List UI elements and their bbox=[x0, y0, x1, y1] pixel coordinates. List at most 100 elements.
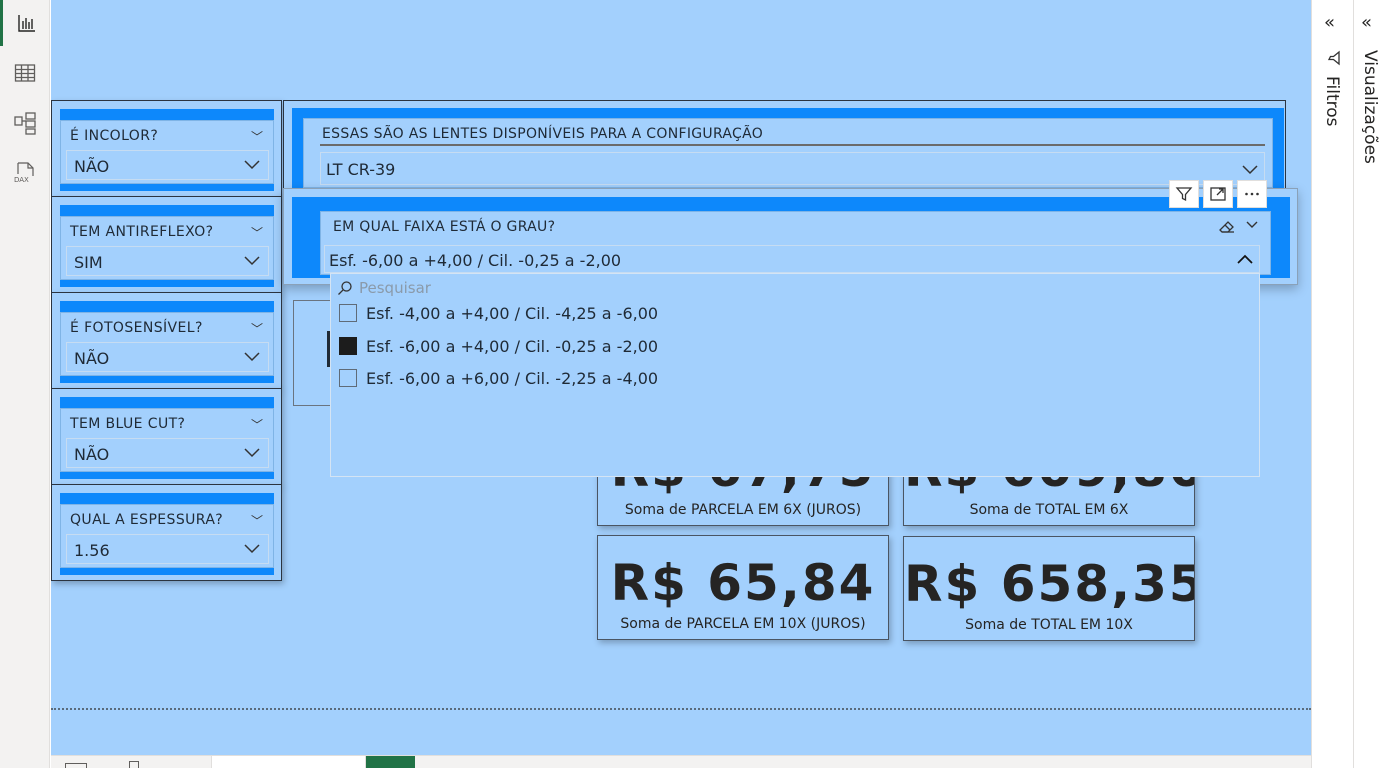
model-view-icon bbox=[14, 112, 36, 135]
chevron-down-icon bbox=[244, 544, 260, 554]
clear-selections-eraser-icon[interactable] bbox=[1218, 218, 1236, 234]
slicer-header-bar: TEM ANTIREFLEXO? ﹀ SIM bbox=[60, 205, 274, 287]
card-value: R$ 658,35 bbox=[904, 555, 1195, 613]
svg-text:DAX: DAX bbox=[14, 176, 29, 184]
collapse-chevron-icon[interactable]: ﹀ bbox=[251, 224, 263, 241]
page-tabs-bar bbox=[51, 755, 1311, 768]
collapse-chevron-icon[interactable]: ﹀ bbox=[251, 512, 263, 529]
filters-pane-collapsed[interactable]: « Filtros bbox=[1311, 0, 1353, 768]
option-label: Esf. -6,00 a +6,00 / Cil. -2,25 a -4,00 bbox=[366, 368, 659, 388]
dax-query-button[interactable]: DAX bbox=[0, 150, 50, 196]
visualizations-pane-collapsed[interactable]: « Visualizações bbox=[1353, 0, 1386, 768]
visual-header-toolbar bbox=[1169, 180, 1267, 208]
dropdown-option[interactable]: Esf. -6,00 a +6,00 / Cil. -2,25 a -4,00 bbox=[339, 366, 658, 390]
slicer-selected-value: Esf. -6,00 a +4,00 / Cil. -0,25 a -2,00 bbox=[329, 251, 622, 270]
collapse-chevron-icon[interactable]: ﹀ bbox=[251, 320, 263, 337]
chevron-down-icon bbox=[244, 160, 260, 170]
option-checkbox-checked[interactable] bbox=[339, 337, 357, 355]
report-canvas: É INCOLOR? ﹀ NÃO TEM ANTIREFLEXO? ﹀ SIM … bbox=[51, 0, 1311, 755]
option-checkbox[interactable] bbox=[339, 304, 357, 322]
slicer-body: TEM BLUE CUT? ﹀ NÃO bbox=[60, 408, 274, 472]
slicer-header-bar: TEM BLUE CUT? ﹀ NÃO bbox=[60, 397, 274, 479]
slicer-title: EM QUAL FAIXA ESTÁ O GRAU? bbox=[333, 219, 556, 235]
slicer-dropdown[interactable]: NÃO bbox=[66, 150, 269, 180]
chevron-up-icon bbox=[1237, 254, 1253, 264]
chevron-down-icon bbox=[244, 448, 260, 458]
visualizations-pane-label: Visualizações bbox=[1360, 50, 1380, 164]
card-parcela-10x: R$ 65,84 Soma de PARCELA EM 10X (JUROS) bbox=[597, 535, 889, 640]
chevron-down-icon bbox=[244, 256, 260, 266]
title-divider bbox=[320, 144, 1265, 146]
dropdown-option[interactable]: Esf. -6,00 a +4,00 / Cil. -0,25 a -2,00 bbox=[339, 334, 658, 358]
slicer-incolor: É INCOLOR? ﹀ NÃO bbox=[51, 100, 282, 197]
slicer-body: EM QUAL FAIXA ESTÁ O GRAU? Esf. -6,00 a … bbox=[320, 211, 1271, 275]
expand-filters-chevron-icon[interactable]: « bbox=[1324, 12, 1335, 33]
grade-slicer[interactable]: EM QUAL FAIXA ESTÁ O GRAU? Esf. -6,00 a … bbox=[283, 188, 1298, 285]
slicer-header-bar: QUAL A ESPESSURA? ﹀ 1.56 bbox=[60, 493, 274, 575]
grade-dropdown-list: Pesquisar Esf. -4,00 a +4,00 / Cil. -4,2… bbox=[330, 273, 1260, 477]
focus-mode-icon bbox=[1210, 187, 1226, 201]
slicer-dropdown[interactable]: LT CR-39 bbox=[320, 152, 1265, 185]
slicer-title: QUAL A ESPESSURA? bbox=[70, 512, 224, 528]
page-tab[interactable] bbox=[211, 756, 366, 768]
card-value: R$ 65,84 bbox=[610, 554, 876, 612]
page-tab-active[interactable] bbox=[366, 756, 415, 768]
slicer-selected-value: 1.56 bbox=[74, 541, 110, 560]
expand-visualizations-chevron-icon[interactable]: « bbox=[1361, 12, 1372, 33]
collapse-chevron-icon[interactable] bbox=[1244, 217, 1260, 233]
slicer-espessura: QUAL A ESPESSURA? ﹀ 1.56 bbox=[51, 484, 282, 581]
slicer-body: ESSAS SÃO AS LENTES DISPONÍVEIS PARA A C… bbox=[303, 118, 1273, 188]
slicer-header-bar: É INCOLOR? ﹀ NÃO bbox=[60, 109, 274, 191]
filter-icon bbox=[1327, 50, 1340, 66]
card-label: Soma de TOTAL EM 6X bbox=[969, 502, 1129, 518]
slicer-dropdown[interactable]: 1.56 bbox=[66, 534, 269, 564]
slicer-fotosensivel: É FOTOSENSÍVEL? ﹀ NÃO bbox=[51, 292, 282, 389]
option-checkbox[interactable] bbox=[339, 369, 357, 387]
table-view-button[interactable] bbox=[0, 50, 50, 96]
card-total-10x: R$ 658,35 Soma de TOTAL EM 10X bbox=[903, 536, 1195, 641]
report-view-button[interactable] bbox=[0, 0, 50, 46]
card-label: Soma de TOTAL EM 10X bbox=[965, 617, 1133, 633]
focus-mode-button[interactable] bbox=[1203, 180, 1233, 208]
card-label: Soma de PARCELA EM 10X (JUROS) bbox=[620, 616, 866, 632]
filters-pane-label: Filtros bbox=[1322, 76, 1342, 127]
slicer-selected-value: LT CR-39 bbox=[326, 160, 396, 179]
slicer-title: ESSAS SÃO AS LENTES DISPONÍVEIS PARA A C… bbox=[322, 126, 764, 142]
slicer-dropdown[interactable]: Esf. -6,00 a +4,00 / Cil. -0,25 a -2,00 bbox=[324, 245, 1260, 273]
slicer-dropdown[interactable]: NÃO bbox=[66, 438, 269, 468]
slicer-dropdown[interactable]: NÃO bbox=[66, 342, 269, 372]
page-view-icon[interactable] bbox=[65, 763, 87, 768]
dropdown-search[interactable]: Pesquisar bbox=[337, 278, 431, 298]
report-view-icon bbox=[17, 15, 35, 32]
more-options-icon bbox=[1245, 192, 1259, 196]
collapse-chevron-icon[interactable]: ﹀ bbox=[251, 416, 263, 433]
collapse-chevron-icon[interactable]: ﹀ bbox=[251, 128, 263, 145]
slicer-dropdown[interactable]: SIM bbox=[66, 246, 269, 276]
slicer-body: QUAL A ESPESSURA? ﹀ 1.56 bbox=[60, 504, 274, 568]
slicer-title: É FOTOSENSÍVEL? bbox=[70, 320, 203, 336]
card-label: Soma de PARCELA EM 6X (JUROS) bbox=[624, 502, 862, 518]
slicer-header-bar: É FOTOSENSÍVEL? ﹀ NÃO bbox=[60, 301, 274, 383]
filter-icon bbox=[1175, 187, 1193, 202]
slicer-antireflexo: TEM ANTIREFLEXO? ﹀ SIM bbox=[51, 196, 282, 293]
more-options-button[interactable] bbox=[1237, 180, 1267, 208]
slicer-selected-value: SIM bbox=[74, 253, 103, 272]
option-label: Esf. -6,00 a +4,00 / Cil. -0,25 a -2,00 bbox=[366, 336, 659, 356]
slicer-selected-value: NÃO bbox=[74, 157, 110, 176]
dropdown-option[interactable]: Esf. -4,00 a +4,00 / Cil. -4,25 a -6,00 bbox=[339, 301, 658, 325]
slicer-title: É INCOLOR? bbox=[70, 128, 159, 144]
slicer-body: TEM ANTIREFLEXO? ﹀ SIM bbox=[60, 216, 274, 280]
filter-button[interactable] bbox=[1169, 180, 1199, 208]
model-view-button[interactable] bbox=[0, 100, 50, 146]
slicer-blue-cut: TEM BLUE CUT? ﹀ NÃO bbox=[51, 388, 282, 485]
mobile-layout-icon[interactable] bbox=[129, 761, 139, 768]
view-switcher-rail: DAX bbox=[0, 0, 50, 768]
lens-slicer: ESSAS SÃO AS LENTES DISPONÍVEIS PARA A C… bbox=[283, 100, 1286, 194]
dax-query-icon: DAX bbox=[14, 162, 34, 184]
chevron-down-icon bbox=[1242, 165, 1258, 175]
search-icon bbox=[338, 281, 352, 295]
slicer-body: É FOTOSENSÍVEL? ﹀ NÃO bbox=[60, 312, 274, 376]
table-view-icon bbox=[14, 64, 36, 82]
page-boundary-line bbox=[51, 708, 1311, 710]
chevron-down-icon bbox=[244, 352, 260, 362]
